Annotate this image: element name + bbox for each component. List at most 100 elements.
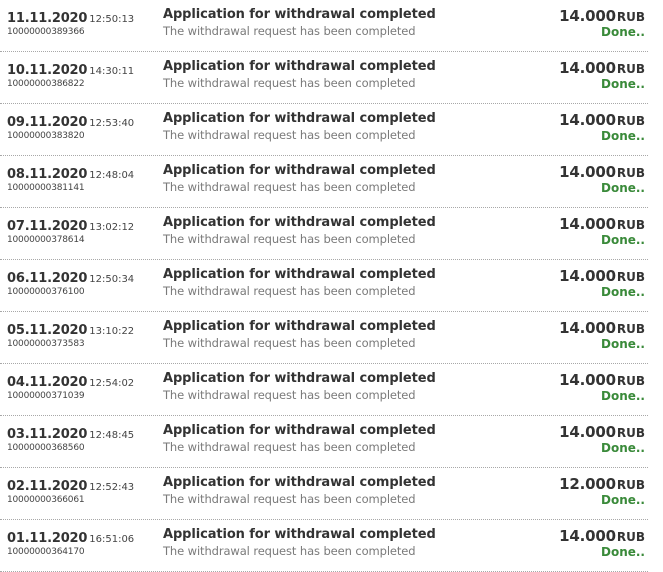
transaction-amount-block: 14.000RUB Done.. — [559, 526, 645, 559]
transaction-time: 13:02:12 — [89, 222, 135, 233]
transaction-id: 10000000368560 — [7, 443, 85, 453]
transaction-datetime: 07.11.2020 13:02:12 10000000378614 — [7, 215, 134, 245]
transaction-datetime: 05.11.2020 13:10:22 10000000373583 — [7, 319, 134, 349]
transaction-info: Application for withdrawal completed The… — [163, 215, 436, 246]
transaction-description: The withdrawal request has been complete… — [163, 440, 416, 454]
transaction-list: 11.11.2020 12:50:13 10000000389366 Applic… — [0, 0, 663, 572]
transaction-title: Application for withdrawal completed — [163, 267, 436, 282]
transaction-datetime: 01.11.2020 16:51:06 10000000364170 — [7, 527, 134, 557]
transaction-time: 12:48:45 — [89, 430, 135, 441]
transaction-date: 06.11.2020 — [7, 271, 88, 286]
transaction-currency: RUB — [616, 62, 645, 76]
transaction-id: 10000000376100 — [7, 287, 85, 297]
transaction-amount-block: 14.000RUB Done.. — [559, 58, 645, 91]
transaction-time: 16:51:06 — [89, 534, 135, 545]
transaction-description: The withdrawal request has been complete… — [163, 336, 416, 350]
transaction-status: Done.. — [600, 441, 645, 455]
transaction-row[interactable]: 10.11.2020 14:30:11 10000000386822 Applic… — [0, 52, 648, 104]
transaction-row[interactable]: 09.11.2020 12:53:40 10000000383820 Applic… — [0, 104, 648, 156]
transaction-datetime: 08.11.2020 12:48:04 10000000381141 — [7, 163, 134, 193]
transaction-row[interactable]: 08.11.2020 12:48:04 10000000381141 Applic… — [0, 156, 648, 208]
transaction-info: Application for withdrawal completed The… — [163, 423, 436, 454]
transaction-amount: 14.000 — [559, 267, 616, 285]
transaction-description: The withdrawal request has been complete… — [163, 76, 416, 90]
transaction-amount-block: 14.000RUB Done.. — [559, 318, 645, 351]
transaction-date: 05.11.2020 — [7, 323, 88, 338]
transaction-currency: RUB — [616, 478, 645, 492]
transaction-datetime: 02.11.2020 12:52:43 10000000366061 — [7, 475, 134, 505]
transaction-row[interactable]: 01.11.2020 16:51:06 10000000364170 Applic… — [0, 520, 648, 572]
transaction-amount: 14.000 — [559, 163, 616, 181]
transaction-amount-block: 14.000RUB Done.. — [559, 422, 645, 455]
transaction-currency: RUB — [616, 218, 645, 232]
transaction-title: Application for withdrawal completed — [163, 111, 436, 126]
transaction-datetime: 11.11.2020 12:50:13 10000000389366 — [7, 7, 134, 37]
transaction-currency: RUB — [616, 114, 645, 128]
transaction-amount: 14.000 — [559, 319, 616, 337]
transaction-amount: 14.000 — [559, 59, 616, 77]
transaction-id: 10000000366061 — [7, 495, 85, 505]
transaction-amount-block: 14.000RUB Done.. — [559, 266, 645, 299]
transaction-currency: RUB — [616, 166, 645, 180]
transaction-time: 13:10:22 — [89, 326, 135, 337]
transaction-id: 10000000364170 — [7, 547, 85, 557]
transaction-amount-block: 14.000RUB Done.. — [559, 370, 645, 403]
transaction-description: The withdrawal request has been complete… — [163, 24, 416, 38]
transaction-amount: 12.000 — [559, 475, 616, 493]
transaction-title: Application for withdrawal completed — [163, 319, 436, 334]
transaction-date: 08.11.2020 — [7, 167, 88, 182]
transaction-info: Application for withdrawal completed The… — [163, 527, 436, 558]
transaction-amount: 14.000 — [559, 7, 616, 25]
transaction-time: 12:48:04 — [89, 170, 135, 181]
transaction-row[interactable]: 06.11.2020 12:50:34 10000000376100 Applic… — [0, 260, 648, 312]
transaction-datetime: 03.11.2020 12:48:45 10000000368560 — [7, 423, 134, 453]
transaction-time: 14:30:11 — [89, 66, 135, 77]
transaction-date: 04.11.2020 — [7, 375, 88, 390]
transaction-amount: 14.000 — [559, 111, 616, 129]
transaction-title: Application for withdrawal completed — [163, 59, 436, 74]
transaction-amount-block: 14.000RUB Done.. — [559, 214, 645, 247]
transaction-id: 10000000378614 — [7, 235, 85, 245]
transaction-info: Application for withdrawal completed The… — [163, 371, 436, 402]
transaction-row[interactable]: 07.11.2020 13:02:12 10000000378614 Applic… — [0, 208, 648, 260]
transaction-time: 12:52:43 — [89, 482, 135, 493]
transaction-row[interactable]: 05.11.2020 13:10:22 10000000373583 Applic… — [0, 312, 648, 364]
transaction-description: The withdrawal request has been complete… — [163, 128, 416, 142]
transaction-id: 10000000371039 — [7, 391, 85, 401]
transaction-info: Application for withdrawal completed The… — [163, 7, 436, 38]
transaction-status: Done.. — [600, 129, 645, 143]
transaction-description: The withdrawal request has been complete… — [163, 284, 416, 298]
transaction-date: 03.11.2020 — [7, 427, 88, 442]
transaction-date: 10.11.2020 — [7, 63, 88, 78]
transaction-title: Application for withdrawal completed — [163, 371, 436, 386]
transaction-datetime: 09.11.2020 12:53:40 10000000383820 — [7, 111, 134, 141]
transaction-datetime: 10.11.2020 14:30:11 10000000386822 — [7, 59, 134, 89]
transaction-amount: 14.000 — [559, 423, 616, 441]
transaction-title: Application for withdrawal completed — [163, 527, 436, 542]
transaction-row[interactable]: 11.11.2020 12:50:13 10000000389366 Applic… — [0, 0, 648, 52]
transaction-id: 10000000386822 — [7, 79, 85, 89]
transaction-amount-block: 14.000RUB Done.. — [559, 162, 645, 195]
transaction-time: 12:50:34 — [89, 274, 135, 285]
transaction-title: Application for withdrawal completed — [163, 423, 436, 438]
transaction-title: Application for withdrawal completed — [163, 7, 436, 22]
transaction-description: The withdrawal request has been complete… — [163, 492, 416, 506]
transaction-info: Application for withdrawal completed The… — [163, 59, 436, 90]
transaction-row[interactable]: 04.11.2020 12:54:02 10000000371039 Applic… — [0, 364, 648, 416]
transaction-time: 12:50:13 — [89, 14, 135, 25]
transaction-id: 10000000373583 — [7, 339, 85, 349]
transaction-id: 10000000383820 — [7, 131, 85, 141]
transaction-date: 11.11.2020 — [7, 11, 88, 26]
transaction-description: The withdrawal request has been complete… — [163, 544, 416, 558]
transaction-status: Done.. — [600, 181, 645, 195]
transaction-title: Application for withdrawal completed — [163, 215, 436, 230]
transaction-date: 01.11.2020 — [7, 531, 88, 546]
transaction-date: 09.11.2020 — [7, 115, 88, 130]
transaction-row[interactable]: 02.11.2020 12:52:43 10000000366061 Applic… — [0, 468, 648, 520]
transaction-row[interactable]: 03.11.2020 12:48:45 10000000368560 Applic… — [0, 416, 648, 468]
transaction-currency: RUB — [616, 10, 645, 24]
transaction-status: Done.. — [600, 285, 645, 299]
transaction-time: 12:53:40 — [89, 118, 135, 129]
transaction-info: Application for withdrawal completed The… — [163, 267, 436, 298]
transaction-amount: 14.000 — [559, 527, 616, 545]
